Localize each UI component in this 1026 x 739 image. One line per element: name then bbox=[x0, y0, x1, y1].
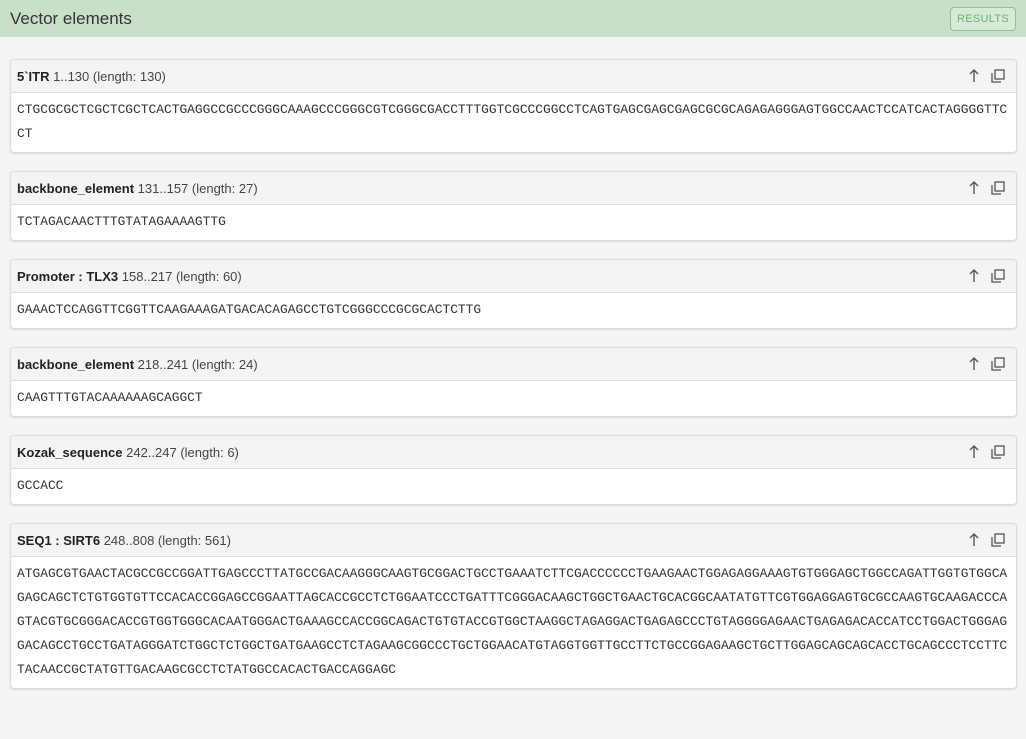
arrow-up-icon[interactable] bbox=[966, 180, 982, 196]
arrow-up-icon[interactable] bbox=[966, 268, 982, 284]
element-name: SEQ1 : SIRT6 bbox=[17, 532, 101, 548]
arrow-up-icon[interactable] bbox=[966, 68, 982, 84]
card-title: backbone_element 218..241 (length: 24) bbox=[17, 357, 258, 372]
card-header: SEQ1 : SIRT6 248..808 (length: 561) bbox=[11, 524, 1016, 557]
element-range: 218..241 (length: 24) bbox=[137, 356, 258, 372]
element-range: 242..247 (length: 6) bbox=[126, 444, 239, 460]
vector-element-card: 5`ITR 1..130 (length: 130) CTGCGCGCTCGCT… bbox=[10, 59, 1017, 153]
vector-element-card: backbone_element 131..157 (length: 27) T… bbox=[10, 171, 1017, 241]
card-title: SEQ1 : SIRT6 248..808 (length: 561) bbox=[17, 533, 231, 548]
sequence-text: ATGAGCGTGAACTACGCCGCCGGATTGAGCCCTTATGCCG… bbox=[17, 566, 1008, 677]
copy-icon[interactable] bbox=[990, 268, 1006, 284]
sequence-text: CTGCGCGCTCGCTCGCTCACTGAGGCCGCCCGGGCAAAGC… bbox=[17, 102, 1008, 141]
copy-icon[interactable] bbox=[990, 180, 1006, 196]
sequence-text: TCTAGACAACTTTGTATAGAAAAGTTG bbox=[17, 214, 226, 229]
element-name: Kozak_sequence bbox=[17, 444, 123, 460]
arrow-up-icon[interactable] bbox=[966, 444, 982, 460]
copy-icon[interactable] bbox=[990, 532, 1006, 548]
card-header: Kozak_sequence 242..247 (length: 6) bbox=[11, 436, 1016, 469]
card-header: backbone_element 131..157 (length: 27) bbox=[11, 172, 1016, 205]
card-title: 5`ITR 1..130 (length: 130) bbox=[17, 69, 166, 84]
arrow-up-icon[interactable] bbox=[966, 356, 982, 372]
sequence-text: CAAGTTTGTACAAAAAAGCAGGCT bbox=[17, 390, 203, 405]
element-range: 248..808 (length: 561) bbox=[103, 532, 231, 548]
sequence-text: GAAACTCCAGGTTCGGTTCAAGAAAGATGACACAGAGCCT… bbox=[17, 302, 482, 317]
element-range: 1..130 (length: 130) bbox=[53, 68, 166, 84]
card-title: Promoter : TLX3 158..217 (length: 60) bbox=[17, 269, 242, 284]
element-range: 131..157 (length: 27) bbox=[137, 180, 258, 196]
vector-element-card: SEQ1 : SIRT6 248..808 (length: 561) ATGA… bbox=[10, 523, 1017, 689]
card-header: backbone_element 218..241 (length: 24) bbox=[11, 348, 1016, 381]
element-name: backbone_element bbox=[17, 356, 135, 372]
results-button[interactable]: RESULTS bbox=[949, 6, 1016, 31]
arrow-up-icon[interactable] bbox=[966, 532, 982, 548]
card-title: Kozak_sequence 242..247 (length: 6) bbox=[17, 445, 239, 460]
vector-element-card: Promoter : TLX3 158..217 (length: 60) GA… bbox=[10, 259, 1017, 329]
copy-icon[interactable] bbox=[990, 68, 1006, 84]
vector-element-card: Kozak_sequence 242..247 (length: 6) GCCA… bbox=[10, 435, 1017, 505]
element-name: 5`ITR bbox=[17, 68, 50, 84]
header-bar: Vector elements RESULTS bbox=[0, 0, 1026, 37]
vector-element-card: backbone_element 218..241 (length: 24) C… bbox=[10, 347, 1017, 417]
sequence-text: GCCACC bbox=[17, 478, 64, 493]
card-header: Promoter : TLX3 158..217 (length: 60) bbox=[11, 260, 1016, 293]
element-name: backbone_element bbox=[17, 180, 135, 196]
page-title: Vector elements bbox=[10, 8, 132, 28]
copy-icon[interactable] bbox=[990, 356, 1006, 372]
vector-elements-list: 5`ITR 1..130 (length: 130) CTGCGCGCTCGCT… bbox=[0, 37, 1026, 689]
element-name: Promoter : TLX3 bbox=[17, 268, 119, 284]
card-title: backbone_element 131..157 (length: 27) bbox=[17, 181, 258, 196]
element-range: 158..217 (length: 60) bbox=[121, 268, 242, 284]
copy-icon[interactable] bbox=[990, 444, 1006, 460]
card-header: 5`ITR 1..130 (length: 130) bbox=[11, 60, 1016, 93]
